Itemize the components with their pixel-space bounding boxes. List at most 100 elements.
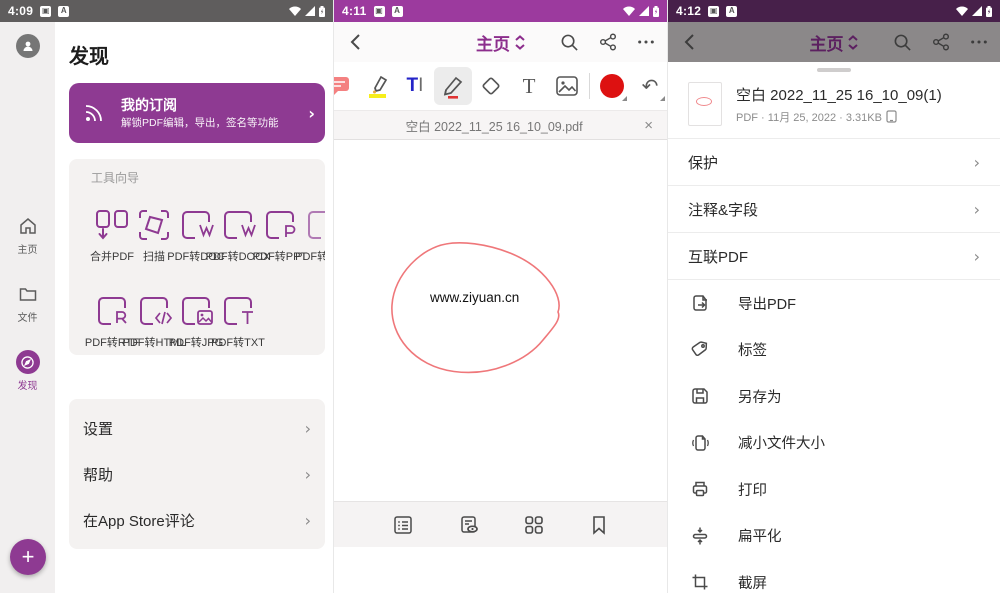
home-dropdown[interactable]: 主页 — [476, 30, 525, 55]
dimmed-navbar: 主页 — [668, 22, 1000, 62]
chevron-right-icon: › — [974, 200, 980, 219]
bookmark-button[interactable] — [589, 514, 609, 536]
chevron-right-icon: › — [308, 104, 315, 123]
back-button[interactable] — [346, 32, 366, 52]
document-options-sheet: 空白 2022_11_25 16_10_09(1) PDF · 11月 25, … — [668, 62, 1000, 593]
doc-options-screen: 4:12 ▣ A 主页 空白 2022_11_25 16 — [667, 0, 1000, 593]
wifi-icon — [289, 6, 301, 16]
undo-tool[interactable]: ↶ — [631, 67, 667, 105]
color-swatch-tool[interactable] — [593, 67, 631, 105]
pdf-to-docx-icon — [220, 208, 256, 242]
menu-item-comments-fields[interactable]: 注释&字段 › — [668, 186, 1000, 232]
outline-list-icon — [392, 514, 414, 536]
expand-corner-icon — [622, 96, 627, 101]
chevron-right-icon: › — [305, 511, 311, 530]
menu-item-screenshot[interactable]: 截屏 — [668, 559, 1000, 593]
close-tab-icon[interactable]: × — [642, 117, 655, 134]
pencil-tool[interactable] — [434, 67, 472, 105]
sidebar-item-discover[interactable]: 发现 — [0, 350, 55, 392]
menu-item-review-app-store[interactable]: 在App Store评论 › — [83, 497, 311, 543]
device-icon — [886, 110, 897, 123]
thumbnails-button[interactable] — [523, 514, 545, 536]
note-comment-icon — [333, 73, 352, 99]
view-mode-button[interactable] — [458, 514, 480, 536]
image-stamp-tool[interactable] — [548, 67, 586, 105]
wifi-icon — [956, 6, 968, 16]
menu-item-export-pdf[interactable]: 导出PDF — [668, 280, 1000, 327]
tool-merge-pdf[interactable]: 合并PDF — [91, 208, 133, 264]
my-subscription-banner[interactable]: 我的订阅 解锁PDF编辑，导出，签名等功能 › — [69, 83, 325, 143]
save-as-icon — [688, 386, 712, 406]
clock: 4:12 — [676, 4, 701, 18]
menu-item-reduce-file-size[interactable]: 减小文件大小 — [668, 420, 1000, 467]
typewriter-tool[interactable]: TI — [396, 67, 434, 105]
more-icon[interactable] — [970, 33, 988, 51]
merge-pdf-icon — [94, 208, 130, 242]
status-bar: 4:09 ▣ A — [0, 0, 333, 22]
annotation-toolbar: TI T ↶ — [334, 62, 667, 110]
crop-screenshot-icon — [688, 572, 712, 592]
search-icon[interactable] — [893, 33, 912, 52]
battery-icon — [986, 6, 992, 17]
tool-pdf-to-xls[interactable]: PDF转XLS — [301, 208, 325, 264]
pdf-to-xls-icon — [304, 208, 325, 242]
add-button[interactable]: + — [10, 539, 46, 575]
menu-item-tags[interactable]: 标签 — [668, 327, 1000, 374]
editor-bottom-bar — [334, 501, 667, 547]
sidebar-item-label: 发现 — [18, 377, 38, 392]
menu-item-protect[interactable]: 保护 › — [668, 139, 1000, 185]
menu-item-help[interactable]: 帮助 › — [83, 451, 311, 497]
menu-item-print[interactable]: 打印 — [668, 466, 1000, 513]
red-color-swatch — [600, 74, 624, 98]
battery-icon — [653, 6, 659, 17]
menu-item-connected-pdf[interactable]: 互联PDF › — [668, 233, 1000, 279]
avatar[interactable] — [16, 34, 40, 58]
notification-image-icon: ▣ — [40, 6, 51, 17]
signal-icon — [305, 6, 315, 16]
person-icon — [21, 39, 35, 53]
doc-view-icon — [458, 514, 480, 536]
back-button[interactable] — [680, 32, 700, 52]
outline-list-button[interactable] — [392, 514, 414, 536]
sidebar-item-home[interactable]: 主页 — [0, 214, 55, 256]
pdf-canvas[interactable]: www.ziyuan.cn — [334, 140, 667, 547]
home-icon — [16, 214, 40, 238]
sidebar-item-files[interactable]: 文件 — [0, 282, 55, 324]
more-icon[interactable] — [637, 33, 655, 51]
subscription-title: 我的订阅 — [121, 95, 304, 115]
subscription-subtitle: 解锁PDF编辑，导出，签名等功能 — [121, 117, 304, 131]
scan-icon — [136, 208, 172, 242]
expand-corner-icon — [660, 96, 665, 101]
search-icon[interactable] — [560, 33, 579, 52]
sidebar-item-label: 主页 — [18, 241, 38, 256]
document-title: 空白 2022_11_25 16_10_09(1) — [736, 84, 942, 105]
export-pdf-icon — [688, 293, 712, 313]
grid-icon — [523, 514, 545, 536]
signal-icon — [639, 6, 649, 16]
document-info-row: 空白 2022_11_25 16_10_09(1) PDF · 11月 25, … — [668, 72, 1000, 138]
highlighter-tool[interactable] — [358, 67, 396, 105]
note-comment-tool[interactable] — [333, 67, 358, 105]
document-tab-title[interactable]: 空白 2022_11_25 16_10_09.pdf — [346, 116, 642, 135]
menu-item-save-as[interactable]: 另存为 — [668, 373, 1000, 420]
document-meta: PDF · 11月 25, 2022 · 3.31KB — [736, 109, 882, 125]
notification-image-icon: ▣ — [374, 6, 385, 17]
share-icon[interactable] — [599, 33, 617, 51]
tools-guide-card: 工具向导 合并PDF 扫描 — [69, 159, 325, 355]
clock: 4:09 — [8, 4, 33, 18]
home-dropdown[interactable]: 主页 — [810, 30, 859, 55]
canvas-text: www.ziyuan.cn — [430, 290, 519, 305]
menu-item-flatten[interactable]: 扁平化 — [668, 513, 1000, 560]
text-tool[interactable]: T — [510, 67, 548, 105]
share-icon[interactable] — [932, 33, 950, 51]
wifi-icon — [623, 6, 635, 16]
notification-app-icon: A — [392, 6, 403, 17]
tools-guide-title: 工具向导 — [91, 169, 325, 186]
menu-item-settings[interactable]: 设置 › — [83, 405, 311, 451]
tool-pdf-to-txt[interactable]: PDF转TXT — [217, 294, 259, 350]
notification-app-icon: A — [58, 6, 69, 17]
eraser-tool[interactable] — [472, 67, 510, 105]
pdf-to-ppt-icon — [262, 208, 298, 242]
pdf-to-doc-icon — [178, 208, 214, 242]
eraser-icon — [478, 73, 504, 99]
